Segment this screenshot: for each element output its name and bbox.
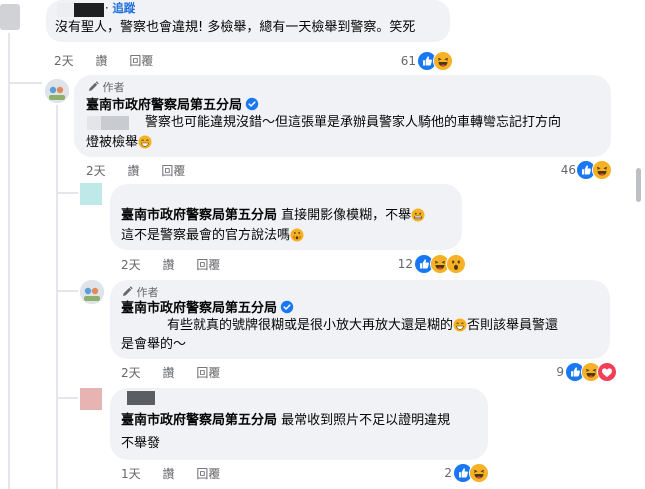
commenter-avatar[interactable] <box>0 4 20 30</box>
reaction-count[interactable]: 46 <box>548 161 576 179</box>
comment-text: 臺南市政府警察局第五分局 最常收到照片不足以證明違規 <box>121 413 451 428</box>
author-badge: 作者 <box>121 286 159 300</box>
timestamp[interactable]: 2天 <box>86 164 106 178</box>
thread-line <box>8 33 10 489</box>
thread-connector <box>56 290 78 292</box>
thread-line <box>56 105 58 489</box>
haha-icon <box>469 463 489 483</box>
grimace-emoji-icon <box>411 208 425 222</box>
redacted-name-block <box>74 3 104 17</box>
commenter-avatar[interactable] <box>80 388 102 410</box>
redacted-mention-block <box>101 116 129 130</box>
comment-text: 不舉發 <box>121 436 161 451</box>
reply-button[interactable]: 回覆 <box>196 258 220 272</box>
comment-text: 臺南市政府警察局第五分局 直接開影像模糊，不舉 <box>121 206 425 226</box>
follow-link[interactable]: 追蹤 <box>112 1 135 15</box>
smile-emoji-icon <box>453 318 467 332</box>
reply-button[interactable]: 回覆 <box>161 164 185 178</box>
comment-text: 有些就真的號牌很糊或是很小放大再放大還是糊的 否則該舉員警還 <box>167 318 559 333</box>
commenter-avatar[interactable] <box>80 183 102 205</box>
hand-over-mouth-emoji-icon <box>290 228 304 242</box>
comment-text: 警察也可能違規沒錯～但這張單是承辦員警家人騎他的車轉彎忘記打方向 <box>145 115 562 130</box>
mentioned-name[interactable]: 臺南市政府警察局第五分局 <box>121 208 277 223</box>
comment-meta: 2天 讚 回覆 <box>86 163 203 179</box>
reply-button[interactable]: 回覆 <box>196 467 220 481</box>
comment-text: 這不是警察最會的官方說法嗎 <box>121 226 304 246</box>
follow-link-row: · 追蹤 <box>105 1 136 15</box>
thread-connector <box>56 192 78 194</box>
verified-icon <box>280 300 294 314</box>
reply-button[interactable]: 回覆 <box>129 54 153 68</box>
comment-meta: 2天 讚 回覆 <box>54 53 171 69</box>
scrollbar[interactable] <box>631 0 645 489</box>
love-icon <box>597 362 617 382</box>
reaction-icons[interactable] <box>414 254 466 274</box>
wow-icon <box>446 254 466 274</box>
reaction-count[interactable]: 12 <box>385 255 413 273</box>
thread-connector <box>8 82 42 84</box>
comment-meta: 1天 讚 回覆 <box>121 466 238 482</box>
pencil-icon <box>123 286 133 296</box>
page-avatar[interactable] <box>80 280 104 304</box>
reaction-icons[interactable] <box>417 51 453 71</box>
timestamp[interactable]: 2天 <box>121 258 141 272</box>
pencil-icon <box>89 81 99 91</box>
timestamp[interactable]: 2天 <box>121 366 141 380</box>
timestamp[interactable]: 1天 <box>121 467 141 481</box>
haha-icon <box>592 160 612 180</box>
thread-connector <box>56 397 78 399</box>
like-button[interactable]: 讚 <box>162 366 174 380</box>
reaction-count[interactable]: 61 <box>388 52 416 70</box>
reaction-icons[interactable] <box>453 463 489 483</box>
haha-icon <box>433 51 453 71</box>
like-button[interactable]: 讚 <box>127 164 139 178</box>
verified-icon <box>245 97 259 111</box>
comment-text: 沒有聖人，警察也會違規! 多檢舉，總有一天檢舉到警察。笑死 <box>55 20 416 35</box>
like-button[interactable]: 讚 <box>162 467 174 481</box>
redacted-name-block <box>127 391 155 405</box>
comment-text: 是會舉的～ <box>121 337 187 352</box>
page-avatar[interactable] <box>45 79 69 103</box>
like-button[interactable]: 讚 <box>162 258 174 272</box>
like-button[interactable]: 讚 <box>95 54 107 68</box>
author-badge: 作者 <box>87 81 125 95</box>
reaction-count[interactable]: 2 <box>426 464 452 482</box>
reply-button[interactable]: 回覆 <box>196 366 220 380</box>
reaction-count[interactable]: 9 <box>538 363 564 381</box>
comment-meta: 2天 讚 回覆 <box>121 365 238 381</box>
timestamp[interactable]: 2天 <box>54 54 74 68</box>
comment-meta: 2天 讚 回覆 <box>121 257 238 273</box>
smile-emoji-icon <box>138 135 152 149</box>
comment-text: 燈被檢舉 <box>86 133 152 153</box>
reaction-icons[interactable] <box>565 362 617 382</box>
scrollbar-thumb[interactable] <box>636 168 641 202</box>
reaction-icons[interactable] <box>576 160 612 180</box>
mentioned-name[interactable]: 臺南市政府警察局第五分局 <box>121 413 277 428</box>
